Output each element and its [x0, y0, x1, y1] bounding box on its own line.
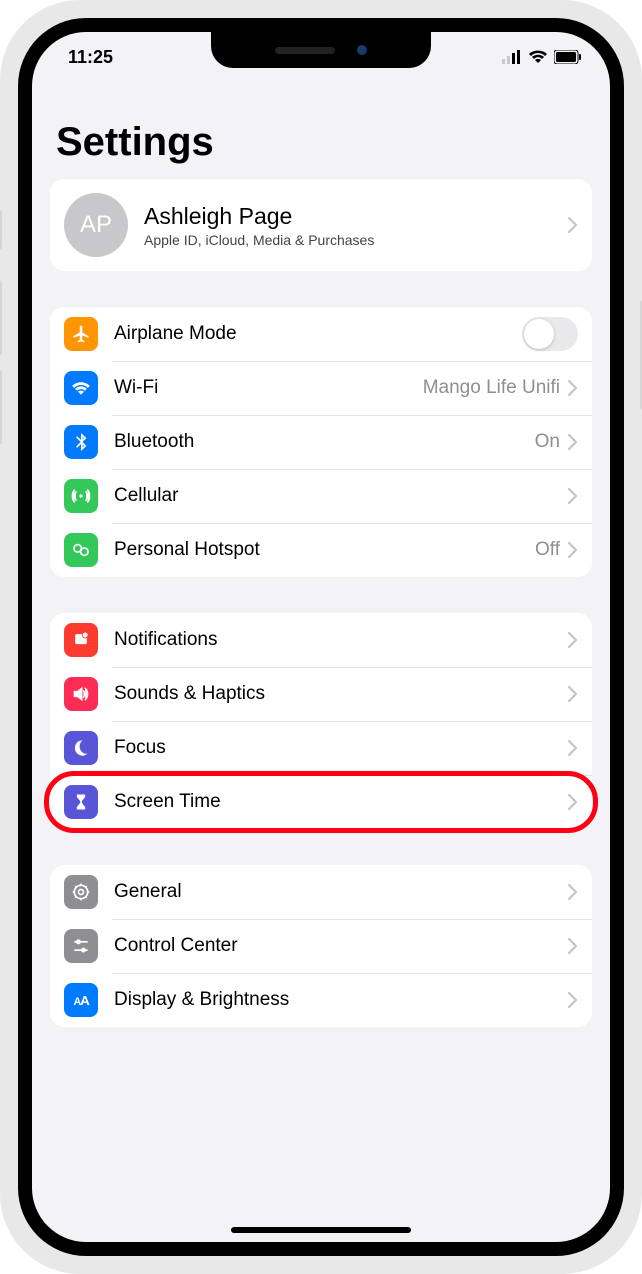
row-detail: Off	[535, 539, 560, 561]
chevron-right-icon	[568, 434, 578, 450]
row-detail: On	[535, 431, 560, 453]
row-label: Sounds & Haptics	[114, 683, 568, 705]
profile-subtitle: Apple ID, iCloud, Media & Purchases	[144, 232, 568, 248]
settings-content[interactable]: Settings AP Ashleigh Page Apple ID, iClo…	[32, 82, 610, 1242]
row-sounds[interactable]: Sounds & Haptics	[50, 667, 592, 721]
sliders-icon	[64, 929, 98, 963]
chevron-right-icon	[568, 992, 578, 1008]
chevron-right-icon	[568, 740, 578, 756]
profile-name: Ashleigh Page	[144, 203, 568, 230]
chevron-right-icon	[568, 217, 578, 233]
status-time: 11:25	[68, 47, 113, 68]
row-notifications[interactable]: Notifications	[50, 613, 592, 667]
row-display[interactable]: AA Display & Brightness	[50, 973, 592, 1027]
settings-group: General Control Center AA Display & Brightn…	[50, 865, 592, 1027]
hourglass-icon	[64, 785, 98, 819]
bell-icon	[64, 623, 98, 657]
phone-bezel: 11:25 Settings AP Ashleigh Page Apple ID…	[18, 18, 624, 1256]
battery-icon	[554, 50, 582, 64]
row-controlcenter[interactable]: Control Center	[50, 919, 592, 973]
chevron-right-icon	[568, 632, 578, 648]
gear-icon	[64, 875, 98, 909]
row-detail: Mango Life Unifi	[423, 377, 560, 399]
toggle-airplane[interactable]	[522, 317, 578, 351]
phone-frame: 11:25 Settings AP Ashleigh Page Apple ID…	[0, 0, 642, 1274]
row-focus[interactable]: Focus	[50, 721, 592, 775]
wifi-icon	[64, 371, 98, 405]
row-screentime[interactable]: Screen Time	[50, 775, 592, 829]
speaker-icon	[64, 677, 98, 711]
row-label: Wi-Fi	[114, 377, 423, 399]
row-label: Personal Hotspot	[114, 539, 535, 561]
profile-group: AP Ashleigh Page Apple ID, iCloud, Media…	[50, 179, 592, 271]
chevron-right-icon	[568, 794, 578, 810]
chevron-right-icon	[568, 488, 578, 504]
chevron-right-icon	[568, 686, 578, 702]
svg-text:A: A	[80, 993, 90, 1008]
row-label: Bluetooth	[114, 431, 535, 453]
avatar: AP	[64, 193, 128, 257]
row-bluetooth[interactable]: BluetoothOn	[50, 415, 592, 469]
row-label: Display & Brightness	[114, 989, 568, 1011]
profile-row[interactable]: AP Ashleigh Page Apple ID, iCloud, Media…	[50, 179, 592, 271]
row-general[interactable]: General	[50, 865, 592, 919]
row-label: Focus	[114, 737, 568, 759]
airplane-icon	[64, 317, 98, 351]
home-indicator[interactable]	[231, 1227, 411, 1233]
row-label: General	[114, 881, 568, 903]
bluetooth-icon	[64, 425, 98, 459]
row-label: Control Center	[114, 935, 568, 957]
wifi-icon	[528, 50, 548, 64]
row-label: Cellular	[114, 485, 568, 507]
row-cellular[interactable]: Cellular	[50, 469, 592, 523]
settings-group: Airplane ModeWi-FiMango Life UnifiBlueto…	[50, 307, 592, 577]
row-wifi[interactable]: Wi-FiMango Life Unifi	[50, 361, 592, 415]
page-title: Settings	[50, 82, 592, 179]
settings-group: Notifications Sounds & Haptics Focus Screen…	[50, 613, 592, 829]
row-label: Airplane Mode	[114, 323, 522, 345]
chevron-right-icon	[568, 542, 578, 558]
moon-icon	[64, 731, 98, 765]
chevron-right-icon	[568, 938, 578, 954]
row-airplane[interactable]: Airplane Mode	[50, 307, 592, 361]
cellular-icon	[64, 479, 98, 513]
row-hotspot[interactable]: Personal HotspotOff	[50, 523, 592, 577]
screen: 11:25 Settings AP Ashleigh Page Apple ID…	[32, 32, 610, 1242]
chevron-right-icon	[568, 884, 578, 900]
chevron-right-icon	[568, 380, 578, 396]
hotspot-icon	[64, 533, 98, 567]
row-label: Screen Time	[114, 791, 568, 813]
row-label: Notifications	[114, 629, 568, 651]
notch	[211, 32, 431, 68]
text-icon: AA	[64, 983, 98, 1017]
cellular-signal-icon	[502, 50, 522, 64]
